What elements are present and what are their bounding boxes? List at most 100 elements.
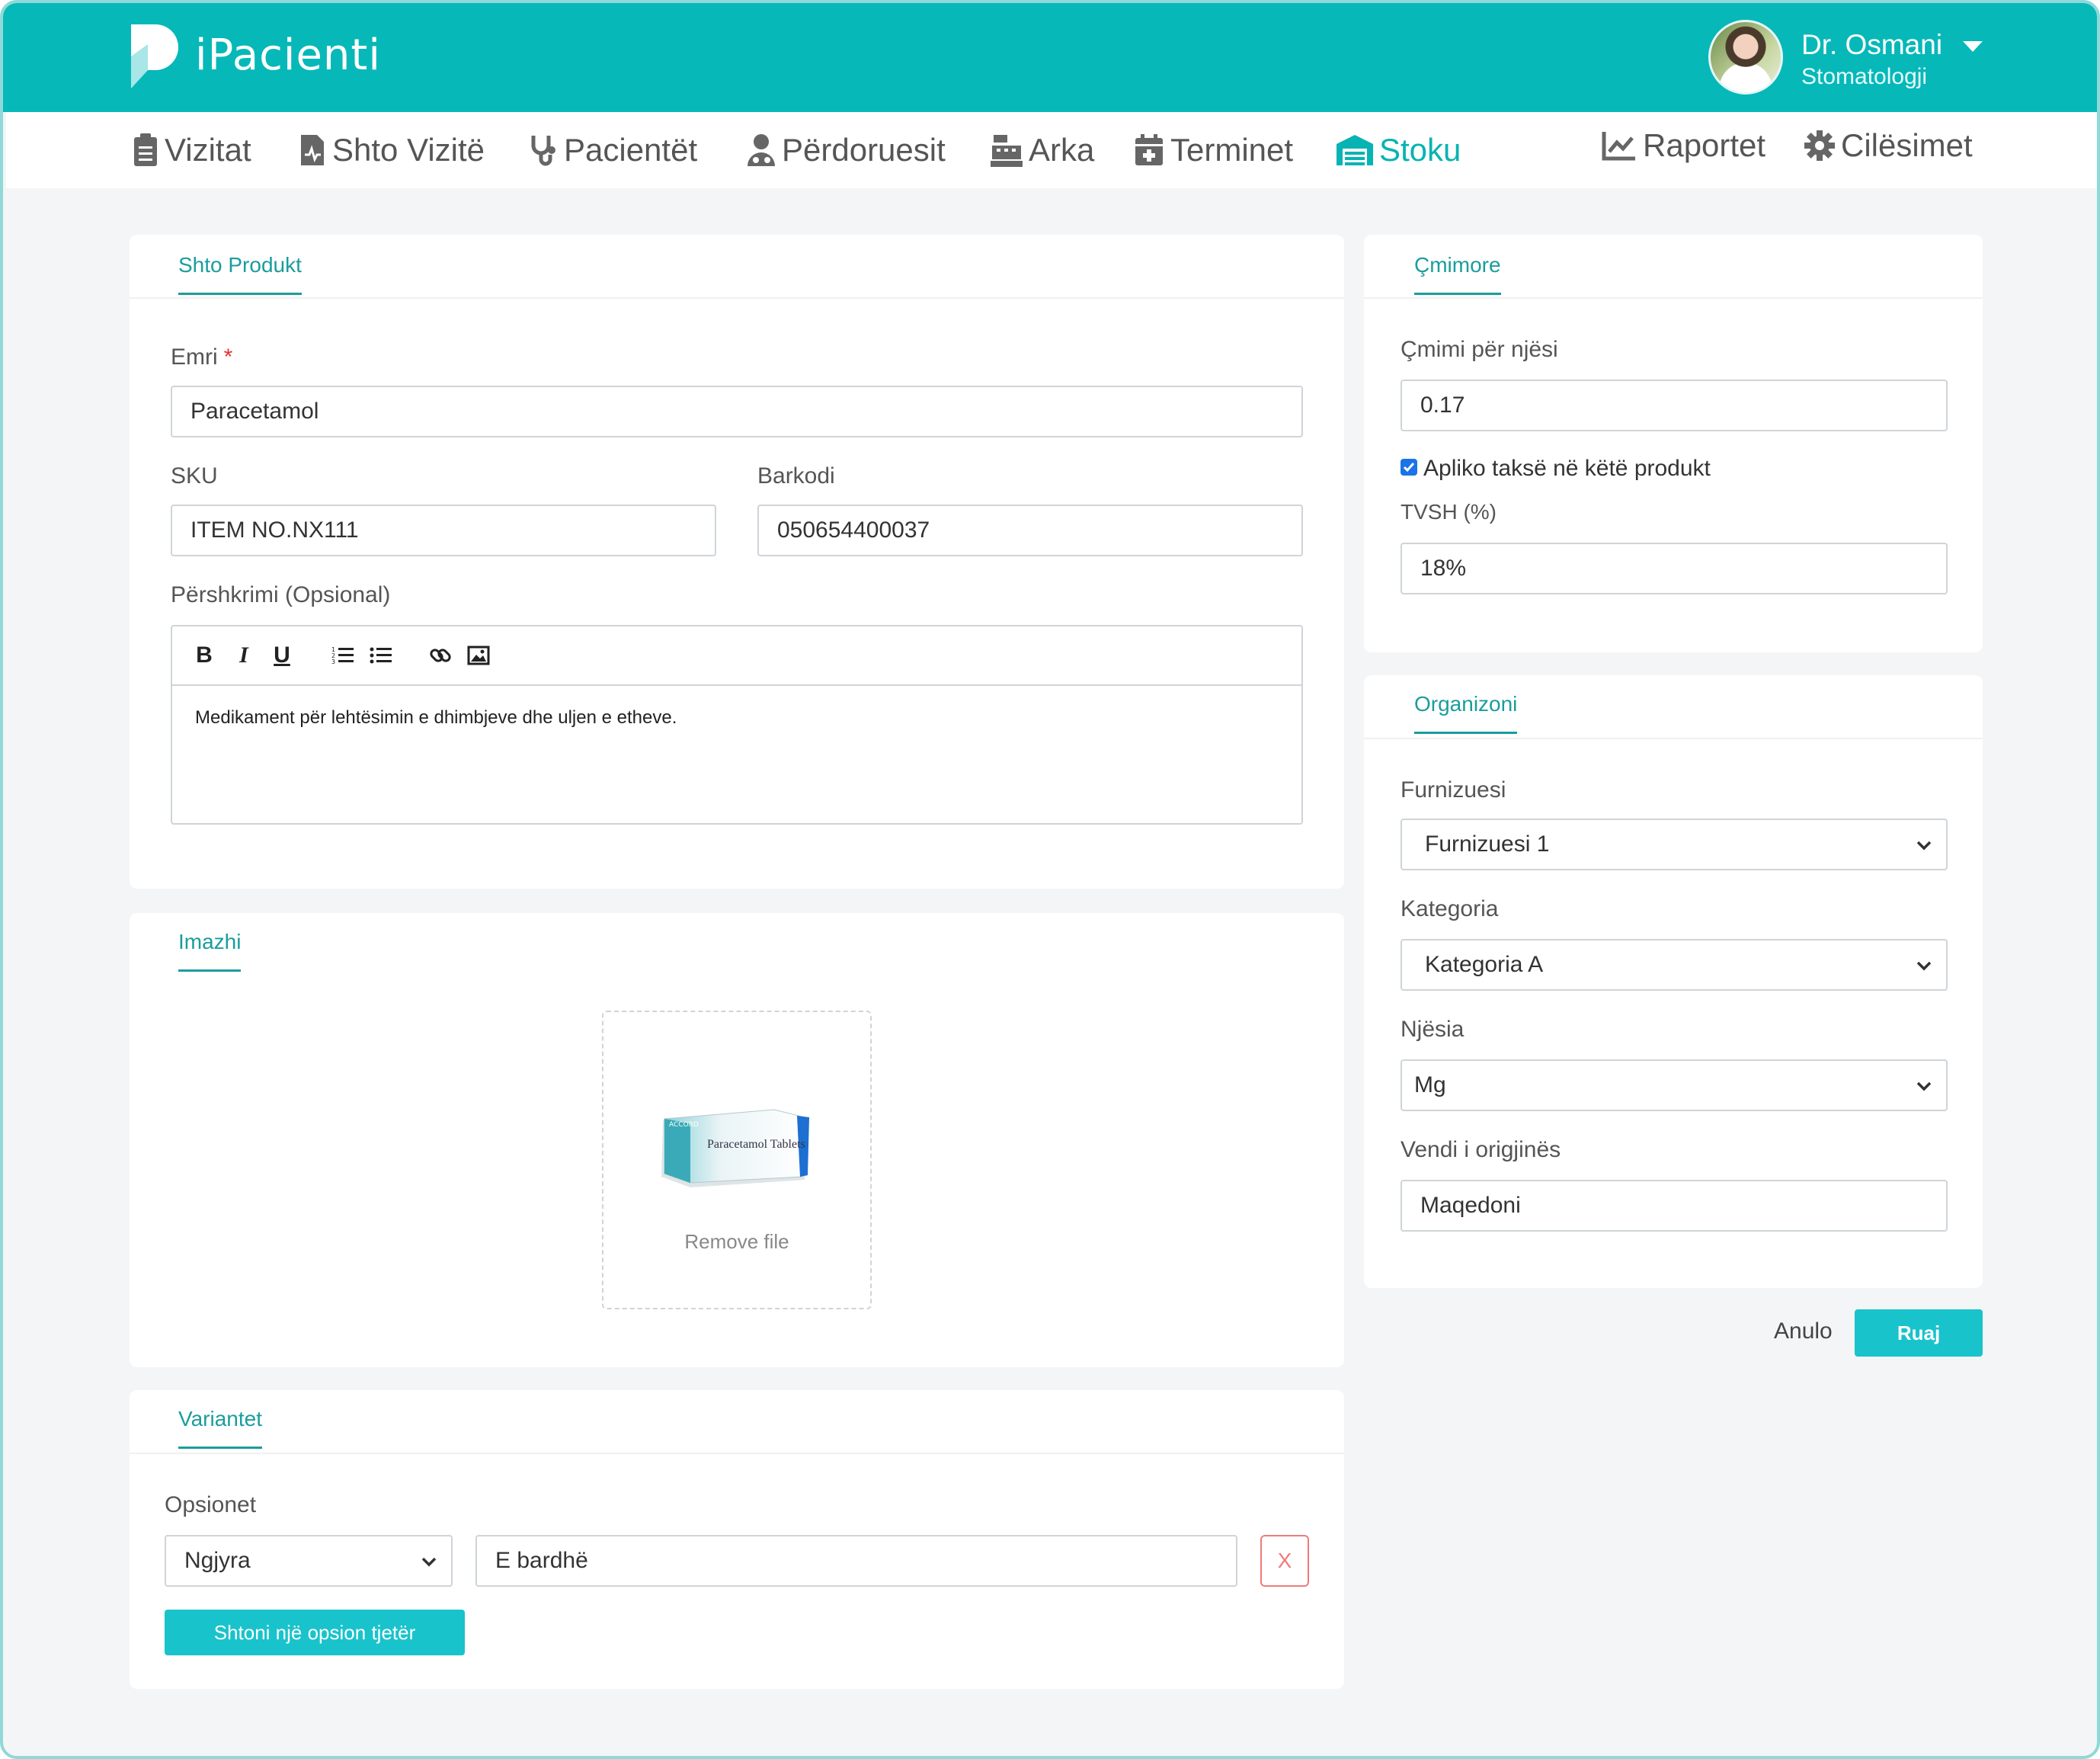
nav-item-raportet[interactable]: Raportet — [1602, 124, 1765, 167]
tab-variantet[interactable]: Variantet — [178, 1407, 262, 1449]
sku-input[interactable]: ITEM NO.NX111 — [171, 505, 716, 556]
ordered-list-button[interactable]: 123 — [329, 642, 357, 669]
apply-tax-checkbox[interactable] — [1401, 459, 1417, 476]
clipboard-icon — [134, 133, 157, 166]
chevron-down-icon — [1916, 841, 1932, 851]
nav-label: Përdoruesit — [782, 132, 946, 168]
description-editor[interactable]: B I U 123 Medikament për lehtësimin e dh… — [171, 625, 1303, 825]
nav-item-terminet[interactable]: Terminet — [1134, 129, 1293, 171]
calendar-plus-icon — [1135, 134, 1163, 165]
card-divider — [1364, 738, 1983, 739]
italic-button[interactable]: I — [230, 642, 258, 669]
option-value: E bardhë — [495, 1548, 588, 1573]
nav-label: Vizitat — [165, 132, 251, 168]
user-md-icon — [747, 134, 775, 166]
avatar[interactable] — [1708, 20, 1783, 95]
image-icon — [467, 646, 490, 665]
nav-item-cilesimet[interactable]: Cilësimet — [1804, 124, 1973, 167]
add-option-button[interactable]: Shtoni një opsion tjetër — [165, 1610, 465, 1655]
nav-item-vizitat[interactable]: Vizitat — [133, 129, 251, 171]
nav-item-pacientet[interactable]: Pacientët — [529, 129, 697, 171]
name-input[interactable]: Paracetamol — [171, 386, 1303, 437]
save-button[interactable]: Ruaj — [1855, 1309, 1983, 1357]
nav-label: Cilësimet — [1841, 127, 1973, 163]
check-icon — [1403, 463, 1415, 473]
unit-price-label: Çmimi për njësi — [1401, 337, 1558, 362]
supplier-select[interactable]: Furnizuesi 1 — [1401, 819, 1948, 870]
nav-label: Terminet — [1170, 132, 1294, 168]
option-select-value: Ngjyra — [184, 1548, 251, 1573]
bold-button[interactable]: B — [190, 642, 218, 669]
option-value-input[interactable]: E bardhë — [475, 1535, 1237, 1587]
unit-price-value: 0.17 — [1420, 392, 1465, 418]
barcode-label: Barkodi — [757, 463, 835, 489]
app-window: iPacienti Dr. Osmani Stomatologji Vizita… — [0, 0, 2100, 1759]
product-box-text: Paracetamol Tablets — [707, 1138, 805, 1151]
cancel-button[interactable]: Anulo — [1774, 1318, 1833, 1344]
name-label: Emri * — [171, 344, 232, 370]
option-select[interactable]: Ngjyra — [165, 1535, 453, 1587]
remove-file-link[interactable]: Remove file — [603, 1230, 870, 1254]
nav-item-perdoruesit[interactable]: Përdoruesit — [747, 129, 946, 171]
tab-shto-produkt[interactable]: Shto Produkt — [178, 253, 302, 295]
card-divider — [1364, 297, 1983, 299]
supplier-value: Furnizuesi 1 — [1425, 831, 1550, 857]
nav-label: Stoku — [1379, 132, 1461, 168]
bullet-list-icon — [370, 647, 392, 664]
bullet-list-button[interactable] — [367, 642, 395, 669]
tab-organizoni[interactable]: Organizoni — [1414, 692, 1518, 734]
main-nav: Vizitat Shto Vizitë Pacientët Përdoruesi… — [6, 112, 2097, 188]
apply-tax-label[interactable]: Apliko taksë në këtë produkt — [1423, 456, 1711, 482]
unit-value: Mg — [1414, 1072, 1446, 1097]
chevron-down-icon[interactable] — [1963, 41, 1983, 52]
link-icon — [430, 649, 451, 662]
product-image: ACCORD Paracetamol Tablets — [661, 1109, 809, 1187]
origin-label: Vendi i origjinës — [1401, 1137, 1561, 1162]
chart-line-icon — [1602, 132, 1635, 161]
card-divider — [130, 297, 1344, 299]
tab-cmimore[interactable]: Çmimore — [1414, 253, 1501, 295]
name-value: Paracetamol — [190, 399, 319, 424]
sku-value: ITEM NO.NX111 — [190, 517, 359, 543]
remove-option-button[interactable]: X — [1260, 1535, 1309, 1587]
image-button[interactable] — [465, 642, 492, 669]
category-select[interactable]: Kategoria A — [1401, 939, 1948, 991]
vat-value: 18% — [1420, 556, 1467, 581]
user-name[interactable]: Dr. Osmani — [1801, 29, 1942, 61]
editor-toolbar: B I U 123 — [172, 626, 1301, 686]
nav-label: Shto Vizitë — [332, 132, 485, 168]
supplier-label: Furnizuesi — [1401, 777, 1506, 803]
cash-register-icon — [991, 135, 1023, 167]
origin-value: Maqedoni — [1420, 1193, 1521, 1218]
barcode-input[interactable]: 050654400037 — [757, 505, 1303, 556]
description-text: Medikament për lehtësimin e dhimbjeve dh… — [195, 707, 677, 728]
app-name: iPacienti — [195, 30, 381, 80]
required-marker: * — [223, 344, 233, 370]
sku-label: SKU — [171, 463, 218, 489]
unit-price-input[interactable]: 0.17 — [1401, 380, 1948, 431]
nav-item-stoku[interactable]: Stoku — [1337, 129, 1461, 171]
description-label: Përshkrimi (Opsional) — [171, 582, 391, 607]
image-dropzone[interactable]: ACCORD Paracetamol Tablets Remove file — [602, 1011, 872, 1309]
vat-label: TVSH (%) — [1401, 500, 1497, 524]
gear-icon — [1804, 130, 1835, 161]
logo-icon — [131, 24, 178, 88]
nav-label: Pacientët — [564, 132, 698, 168]
options-label: Opsionet — [165, 1492, 257, 1517]
barcode-value: 050654400037 — [777, 517, 930, 543]
vat-input[interactable]: 18% — [1401, 543, 1948, 594]
underline-button[interactable]: U — [268, 642, 296, 669]
category-label: Kategoria — [1401, 896, 1499, 921]
nav-label: Raportet — [1643, 127, 1766, 163]
nav-item-arka[interactable]: Arka — [991, 129, 1094, 171]
origin-input[interactable]: Maqedoni — [1401, 1180, 1948, 1232]
name-label-text: Emri — [171, 344, 218, 370]
chevron-down-icon — [1916, 961, 1932, 971]
link-button[interactable] — [427, 642, 454, 669]
nav-item-shto-vizite[interactable]: Shto Vizitë — [299, 129, 485, 171]
unit-select[interactable]: Mg — [1401, 1059, 1948, 1111]
product-brand: ACCORD — [669, 1121, 699, 1129]
card-divider — [130, 1453, 1344, 1454]
tab-imazhi[interactable]: Imazhi — [178, 930, 242, 972]
unit-label: Njësia — [1401, 1017, 1465, 1042]
